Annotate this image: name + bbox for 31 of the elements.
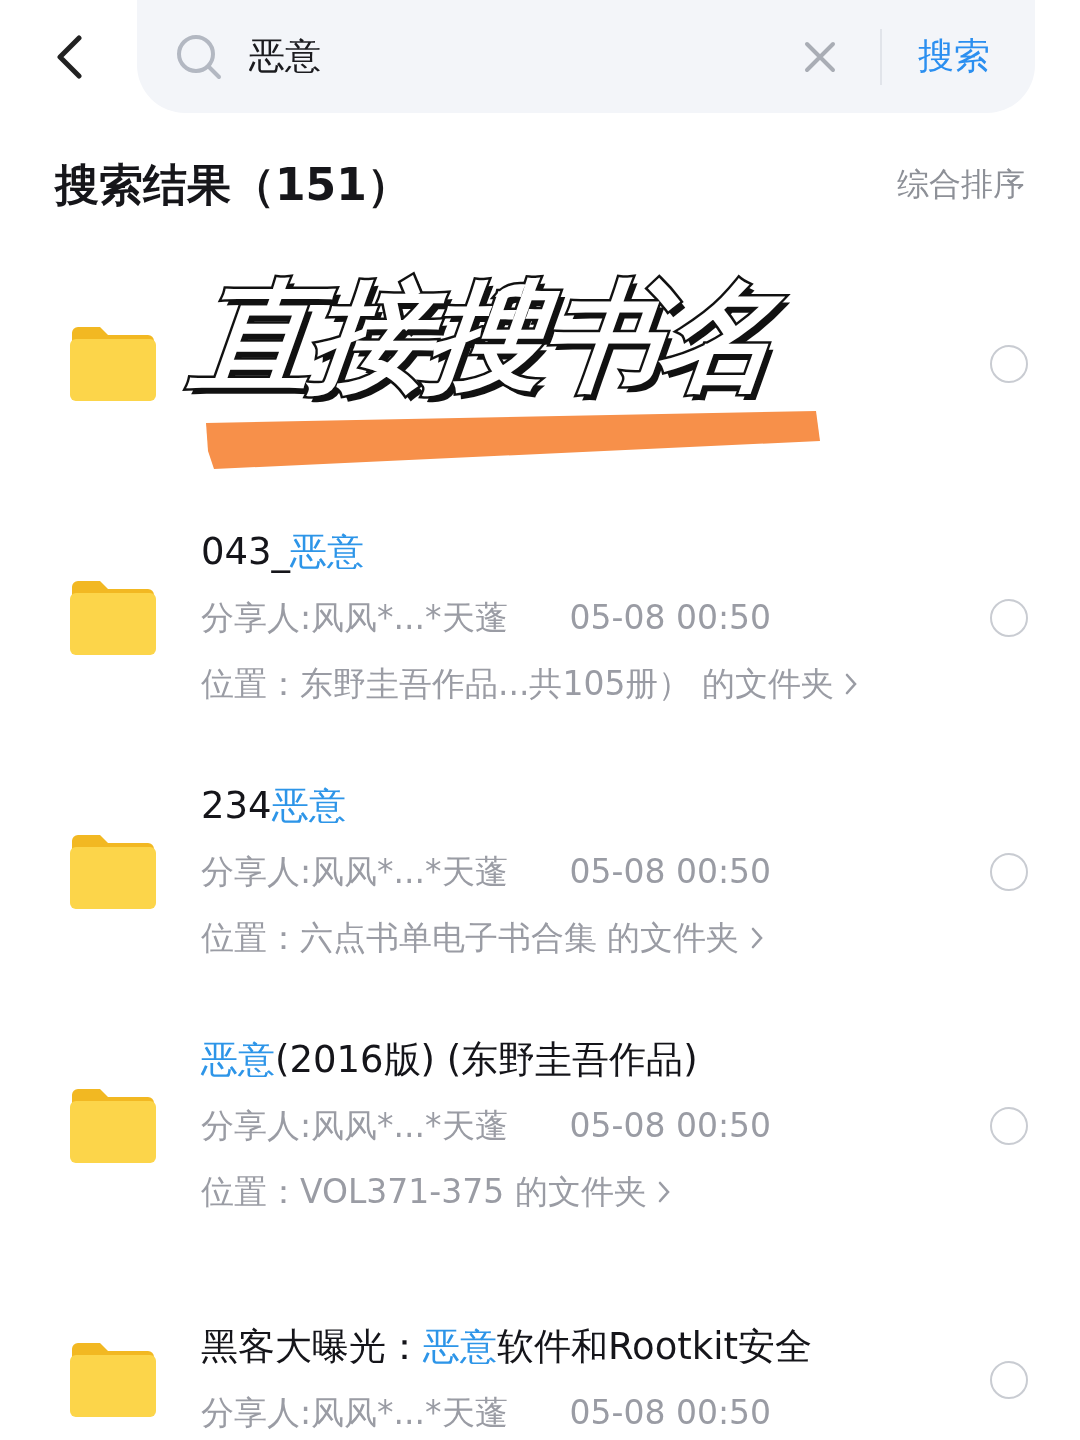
chevron-icon (749, 926, 764, 950)
search-icon (175, 32, 223, 81)
back-icon[interactable] (54, 34, 83, 79)
date-label: 05-08 00:50 (569, 597, 772, 639)
date-label: 05-08 00:50 (569, 1392, 772, 1434)
clear-icon[interactable] (804, 40, 836, 73)
chevron-icon (656, 1180, 671, 1204)
sharer-label: 分享人:风风*...*天蓬 (201, 1392, 508, 1434)
date-label: 05-08 00:50 (569, 1105, 772, 1147)
folder-icon (68, 325, 158, 403)
date-label: 05-08 00:50 (569, 851, 772, 893)
result-title[interactable]: 234恶意 (201, 773, 990, 839)
select-radio[interactable] (990, 599, 1028, 637)
folder-icon (68, 579, 158, 657)
select-radio[interactable] (990, 1107, 1028, 1145)
select-radio[interactable] (990, 853, 1028, 891)
sharer-label: 分享人:风风*...*天蓬 (201, 1105, 508, 1147)
select-radio[interactable] (990, 345, 1028, 383)
folder-icon (68, 833, 158, 911)
select-radio[interactable] (990, 1361, 1028, 1399)
sharer-label: 分享人:风风*...*天蓬 (201, 597, 508, 639)
results-title: 搜索结果（151） (55, 157, 411, 212)
banner-caption: 直接搜书名 (172, 265, 802, 409)
chevron-icon (843, 672, 858, 696)
folder-icon (68, 1087, 158, 1165)
folder-icon (68, 1341, 158, 1419)
result-title[interactable]: 043_恶意 (201, 519, 990, 585)
sharer-label: 分享人:风风*...*天蓬 (201, 851, 508, 893)
search-field[interactable]: 恶意 搜索 (137, 0, 1035, 113)
result-title[interactable]: 黑客大曝光：恶意软件和Rootkit安全 (201, 1314, 990, 1380)
result-title[interactable]: 恶意(2016版) (东野圭吾作品) (201, 1027, 990, 1093)
